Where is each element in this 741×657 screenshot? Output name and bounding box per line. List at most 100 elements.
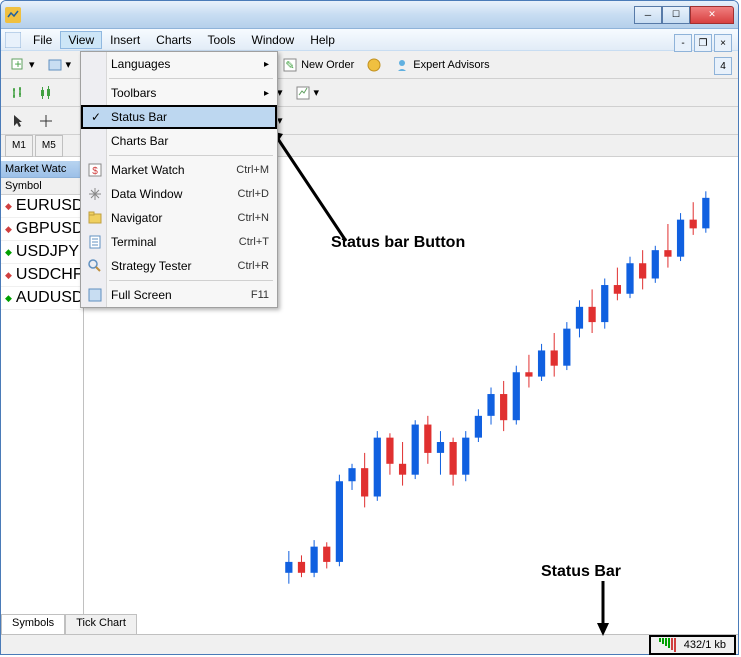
- navigator-icon: [87, 210, 103, 226]
- shortcut-label: Ctrl+M: [236, 164, 269, 176]
- terminal-icon: [87, 234, 103, 250]
- direction-icon: ◆: [5, 293, 12, 304]
- new-order-button[interactable]: ✎ New Order: [277, 54, 359, 76]
- direction-icon: ◆: [5, 201, 12, 212]
- candlestick-button[interactable]: [33, 82, 59, 104]
- submenu-arrow-icon: ▸: [264, 59, 269, 70]
- market-watch-title: Market Watc: [1, 161, 81, 178]
- menu-window[interactable]: Window: [244, 31, 303, 49]
- menu-navigator-label: Navigator: [111, 211, 162, 225]
- menu-toolbars[interactable]: Toolbars ▸: [81, 81, 277, 105]
- menu-file[interactable]: File: [25, 31, 60, 49]
- symbol-name: USDCHF: [16, 266, 83, 284]
- window-maximize-button[interactable]: ☐: [662, 6, 690, 24]
- menu-charts-bar[interactable]: Charts Bar: [81, 129, 277, 153]
- check-icon: ✓: [91, 110, 101, 124]
- templates-button[interactable]: ▾: [290, 82, 325, 104]
- menu-full-screen-label: Full Screen: [111, 288, 172, 302]
- connection-status[interactable]: 432/1 kb: [649, 635, 736, 655]
- notification-badge[interactable]: 4: [714, 57, 732, 75]
- direction-icon: ◆: [5, 270, 12, 281]
- menu-tools[interactable]: Tools: [200, 31, 244, 49]
- symbol-row[interactable]: ◆ USDJPY: [1, 241, 81, 264]
- symbol-name: USDJPY: [16, 243, 79, 261]
- shortcut-label: Ctrl+T: [239, 236, 269, 248]
- menu-navigator[interactable]: Navigator Ctrl+N: [81, 206, 277, 230]
- child-minimize-button[interactable]: -: [674, 34, 692, 52]
- svg-text:$: $: [92, 166, 98, 177]
- shortcut-label: F11: [251, 289, 269, 301]
- new-chart-button[interactable]: +▾: [5, 54, 40, 76]
- menu-full-screen[interactable]: Full Screen F11: [81, 283, 277, 307]
- symbol-name: AUDUSD: [16, 289, 84, 307]
- menu-strategy-tester[interactable]: Strategy Tester Ctrl+R: [81, 254, 277, 278]
- menu-charts[interactable]: Charts: [148, 31, 199, 49]
- titlebar: ─ ☐ ✕: [1, 1, 738, 29]
- menu-market-watch-label: Market Watch: [111, 163, 185, 177]
- tab-symbols[interactable]: Symbols: [1, 614, 65, 634]
- shortcut-label: Ctrl+N: [238, 212, 269, 224]
- data-window-icon: [87, 186, 103, 202]
- shortcut-label: Ctrl+D: [238, 188, 269, 200]
- connection-bars-icon: [659, 638, 676, 652]
- menu-data-window[interactable]: Data Window Ctrl+D: [81, 182, 277, 206]
- menu-view[interactable]: View: [60, 31, 102, 49]
- menu-terminal[interactable]: Terminal Ctrl+T: [81, 230, 277, 254]
- view-dropdown: Languages ▸ Toolbars ▸ ✓ Status Bar Char…: [80, 51, 278, 308]
- submenu-arrow-icon: ▸: [264, 88, 269, 99]
- expert-advisors-button[interactable]: Expert Advisors: [389, 54, 494, 76]
- bar-chart-button[interactable]: [5, 82, 31, 104]
- menu-help[interactable]: Help: [302, 31, 343, 49]
- cursor-button[interactable]: [5, 110, 31, 132]
- app-icon: [5, 7, 21, 23]
- window-close-button[interactable]: ✕: [690, 6, 734, 24]
- direction-icon: ◆: [5, 247, 12, 258]
- menu-terminal-label: Terminal: [111, 235, 156, 249]
- traffic-label: 432/1 kb: [684, 639, 726, 651]
- svg-text:+: +: [14, 57, 21, 71]
- expert-advisors-label: Expert Advisors: [413, 59, 489, 71]
- symbol-column-header[interactable]: Symbol: [1, 178, 81, 195]
- symbol-name: GBPUSD: [16, 220, 84, 238]
- timeframe-m5[interactable]: M5: [35, 135, 63, 157]
- annotation-status-bar: Status Bar: [541, 563, 621, 581]
- child-close-button[interactable]: ×: [714, 34, 732, 52]
- menu-data-window-label: Data Window: [111, 187, 182, 201]
- metaquotes-button[interactable]: [361, 54, 387, 76]
- menu-toolbars-label: Toolbars: [111, 86, 156, 100]
- symbol-name: EURUSD: [16, 197, 84, 215]
- app-window: ─ ☐ ✕ File View Insert Charts Tools Wind…: [0, 0, 739, 655]
- menu-insert[interactable]: Insert: [102, 31, 148, 49]
- profiles-button[interactable]: ▾: [42, 54, 77, 76]
- tab-tick-chart[interactable]: Tick Chart: [65, 614, 137, 634]
- menu-strategy-tester-label: Strategy Tester: [111, 259, 191, 273]
- menu-languages[interactable]: Languages ▸: [81, 52, 277, 76]
- app-menu-icon: [5, 32, 21, 48]
- direction-icon: ◆: [5, 224, 12, 235]
- crosshair-button[interactable]: [33, 110, 59, 132]
- market-watch-tabs: Symbols Tick Chart: [1, 614, 137, 634]
- window-minimize-button[interactable]: ─: [634, 6, 662, 24]
- menu-languages-label: Languages: [111, 57, 170, 71]
- menu-market-watch[interactable]: $ Market Watch Ctrl+M: [81, 158, 277, 182]
- annotation-arrow-1: [271, 131, 371, 251]
- strategy-tester-icon: [87, 258, 103, 274]
- symbol-row[interactable]: ◆ GBPUSD: [1, 218, 81, 241]
- child-restore-button[interactable]: ❐: [694, 34, 712, 52]
- menu-status-bar-label: Status Bar: [111, 110, 167, 124]
- full-screen-icon: [87, 287, 103, 303]
- market-watch-icon: $: [87, 162, 103, 178]
- menubar: File View Insert Charts Tools Window Hel…: [1, 29, 738, 51]
- menu-charts-bar-label: Charts Bar: [111, 134, 168, 148]
- market-watch-panel: Market Watc Symbol ◆ EURUSD ◆ GBPUSD ◆ USDJPY…: [1, 161, 81, 310]
- shortcut-label: Ctrl+R: [238, 260, 269, 272]
- statusbar: 432/1 kb: [1, 634, 738, 654]
- new-order-label: New Order: [301, 59, 354, 71]
- svg-text:✎: ✎: [285, 60, 294, 72]
- timeframe-m1[interactable]: M1: [5, 135, 33, 157]
- symbol-row[interactable]: ◆ EURUSD: [1, 195, 81, 218]
- menu-status-bar[interactable]: ✓ Status Bar: [81, 105, 277, 129]
- annotation-arrow-2: [593, 581, 613, 636]
- symbol-row[interactable]: ◆ AUDUSD: [1, 287, 81, 310]
- symbol-row[interactable]: ◆ USDCHF: [1, 264, 81, 287]
